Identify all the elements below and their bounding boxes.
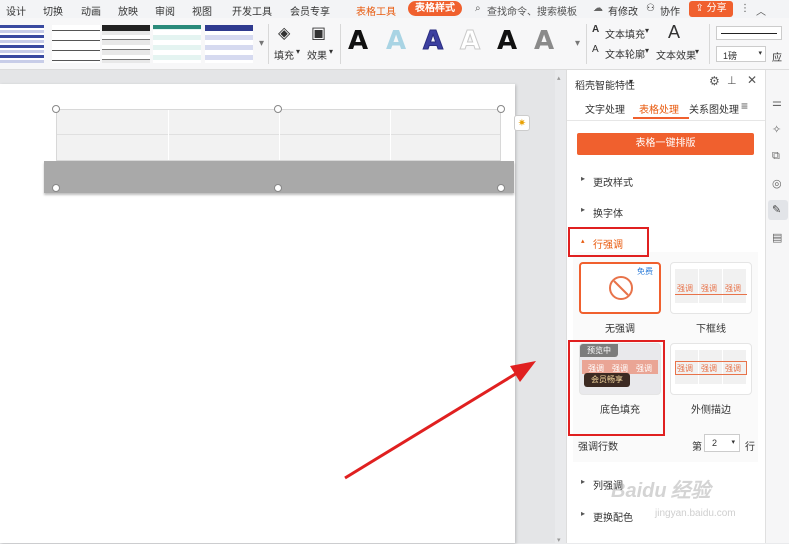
red-arrow-annotation	[344, 361, 536, 480]
